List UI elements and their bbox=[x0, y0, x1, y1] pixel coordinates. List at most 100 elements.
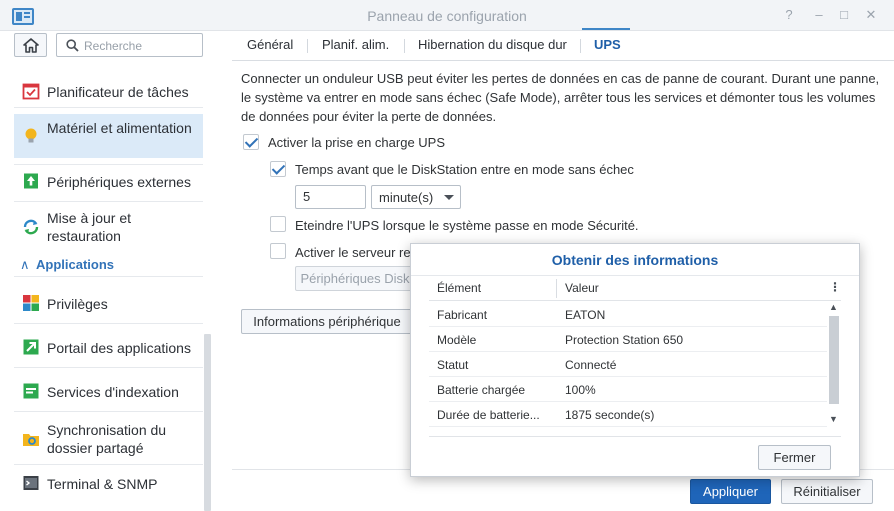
cell-element: Fabricant bbox=[437, 308, 488, 322]
dialog-title: Obtenir des informations bbox=[411, 244, 859, 276]
cell-value: Connecté bbox=[565, 358, 617, 372]
sidebar-scrollbar[interactable] bbox=[204, 334, 211, 511]
sidebar-item-label: Mise à jour et restauration bbox=[47, 210, 132, 244]
section-title: Applications bbox=[36, 257, 115, 272]
section-applications[interactable]: ∧ Applications bbox=[20, 257, 114, 273]
chevron-down-icon bbox=[444, 195, 454, 200]
column-menu-icon[interactable]: ⋮ bbox=[829, 280, 841, 294]
divider bbox=[14, 367, 203, 368]
cell-element: Batterie chargée bbox=[437, 383, 526, 397]
cell-value: Protection Station 650 bbox=[565, 333, 684, 347]
table-row[interactable]: Fabricant EATON bbox=[429, 302, 827, 327]
table-row[interactable]: Batterie chargée 100% bbox=[429, 377, 827, 402]
close-icon[interactable]: ✕ bbox=[862, 6, 880, 24]
lightbulb-icon bbox=[25, 128, 37, 143]
device-info-button[interactable]: Informations périphérique bbox=[241, 309, 413, 334]
safe-mode-time-label: Temps avant que le DiskStation entre en … bbox=[295, 162, 634, 177]
tab-separator bbox=[307, 39, 308, 53]
help-icon[interactable]: ? bbox=[780, 6, 798, 24]
table-row[interactable]: Statut Connecté bbox=[429, 352, 827, 377]
sidebar-item-external-devices[interactable]: Périphériques externes bbox=[14, 171, 203, 193]
external-device-icon bbox=[24, 173, 38, 189]
active-tab-indicator bbox=[582, 28, 630, 30]
table-row[interactable]: Modèle Protection Station 650 bbox=[429, 327, 827, 352]
sidebar-item-label: Services d'indexation bbox=[47, 384, 179, 400]
sidebar-item-app-portal[interactable]: Portail des applications bbox=[14, 337, 203, 359]
info-grid: Élément Valeur ⋮ Fabricant EATON Modèle … bbox=[429, 276, 841, 436]
sidebar-item-task-scheduler[interactable]: Planificateur de tâches bbox=[14, 81, 203, 103]
window-title: Panneau de configuration bbox=[367, 8, 527, 24]
calendar-check-icon bbox=[22, 83, 40, 100]
sidebar-item-label: Planificateur de tâches bbox=[47, 84, 189, 100]
grid-scrollbar[interactable]: ▲ ▼ bbox=[827, 302, 841, 428]
column-header-value[interactable]: Valeur bbox=[565, 281, 599, 295]
ups-description: Connecter un onduleur USB peut éviter le… bbox=[241, 71, 880, 124]
safe-mode-time-input[interactable]: 5 bbox=[295, 185, 366, 209]
close-button[interactable]: Fermer bbox=[758, 445, 831, 470]
tab-separator bbox=[404, 39, 405, 53]
device-info-dialog: Obtenir des informations Élément Valeur … bbox=[410, 243, 860, 477]
divider bbox=[14, 323, 203, 324]
cell-value: 100% bbox=[565, 383, 596, 397]
divider bbox=[14, 464, 203, 465]
reset-button[interactable]: Réinitialiser bbox=[781, 479, 873, 504]
tab-separator bbox=[580, 39, 581, 53]
divider bbox=[14, 164, 203, 165]
home-button[interactable] bbox=[14, 33, 47, 57]
scroll-up-icon[interactable]: ▲ bbox=[829, 302, 838, 312]
tab-power-schedule[interactable]: Planif. alim. bbox=[322, 37, 389, 52]
column-separator bbox=[556, 279, 557, 298]
title-bar: Panneau de configuration ? – □ ✕ bbox=[0, 0, 894, 31]
ups-server-checkbox[interactable] bbox=[270, 243, 286, 259]
cell-element: Durée de batterie... bbox=[437, 408, 540, 422]
apply-button[interactable]: Appliquer bbox=[690, 479, 771, 504]
enable-ups-label: Activer la prise en charge UPS bbox=[268, 135, 446, 150]
sidebar-item-label: Portail des applications bbox=[47, 340, 191, 356]
maximize-icon[interactable]: □ bbox=[835, 6, 853, 24]
tab-general[interactable]: Général bbox=[247, 37, 293, 52]
divider bbox=[14, 411, 203, 412]
search-input[interactable] bbox=[84, 37, 199, 54]
divider bbox=[14, 201, 203, 202]
tab-hdd-hibernation[interactable]: Hibernation du disque dur bbox=[418, 37, 567, 52]
cell-value: EATON bbox=[565, 308, 606, 322]
sidebar: Planificateur de tâches Matériel et alim… bbox=[0, 31, 216, 511]
chevron-up-icon: ∧ bbox=[20, 257, 30, 272]
time-unit-select[interactable]: minute(s) bbox=[371, 185, 461, 209]
sidebar-item-shared-folder-sync[interactable]: Synchronisation du dossier partagé bbox=[14, 419, 203, 459]
sidebar-item-label: Matériel et alimentation bbox=[47, 120, 192, 136]
home-icon bbox=[23, 38, 39, 53]
privileges-icon bbox=[23, 295, 39, 311]
minimize-icon[interactable]: – bbox=[810, 6, 828, 24]
divider bbox=[14, 107, 203, 108]
column-header-element[interactable]: Élément bbox=[437, 281, 481, 295]
sidebar-item-update-restore[interactable]: Mise à jour et restauration bbox=[14, 207, 203, 247]
safe-mode-time-checkbox[interactable] bbox=[270, 161, 286, 177]
sidebar-item-label: Terminal & SNMP bbox=[47, 476, 158, 492]
search-icon bbox=[66, 39, 79, 52]
shutdown-ups-checkbox[interactable] bbox=[270, 216, 286, 232]
cell-element: Modèle bbox=[437, 333, 477, 347]
shared-folder-sync-icon bbox=[23, 434, 39, 446]
enable-ups-checkbox[interactable] bbox=[243, 134, 259, 150]
grid-header: Élément Valeur ⋮ bbox=[429, 276, 841, 301]
sidebar-item-indexing[interactable]: Services d'indexation bbox=[14, 381, 203, 403]
search-box[interactable] bbox=[56, 33, 203, 57]
table-row[interactable]: Durée de batterie... 1875 seconde(s) bbox=[429, 402, 827, 427]
sidebar-item-privileges[interactable]: Privilèges bbox=[14, 293, 203, 315]
cell-value: 1875 seconde(s) bbox=[565, 408, 655, 422]
scroll-down-icon[interactable]: ▼ bbox=[829, 414, 838, 424]
divider bbox=[14, 276, 203, 277]
tab-ups[interactable]: UPS bbox=[594, 37, 621, 52]
sidebar-item-hardware-power[interactable]: Matériel et alimentation bbox=[14, 114, 203, 158]
terminal-icon bbox=[23, 476, 39, 490]
sidebar-item-label: Périphériques externes bbox=[47, 174, 191, 190]
ups-server-label: Activer le serveur re bbox=[295, 245, 411, 260]
diskstation-devices-button[interactable]: Périphériques Disk bbox=[295, 266, 415, 291]
sidebar-item-label: Synchronisation du dossier partagé bbox=[47, 422, 167, 456]
divider bbox=[429, 436, 841, 437]
scrollbar-thumb[interactable] bbox=[829, 316, 839, 404]
update-restore-icon bbox=[23, 219, 39, 235]
sidebar-item-terminal-snmp[interactable]: Terminal & SNMP bbox=[14, 473, 203, 495]
shutdown-ups-label: Eteindre l'UPS lorsque le système passe … bbox=[295, 218, 639, 233]
